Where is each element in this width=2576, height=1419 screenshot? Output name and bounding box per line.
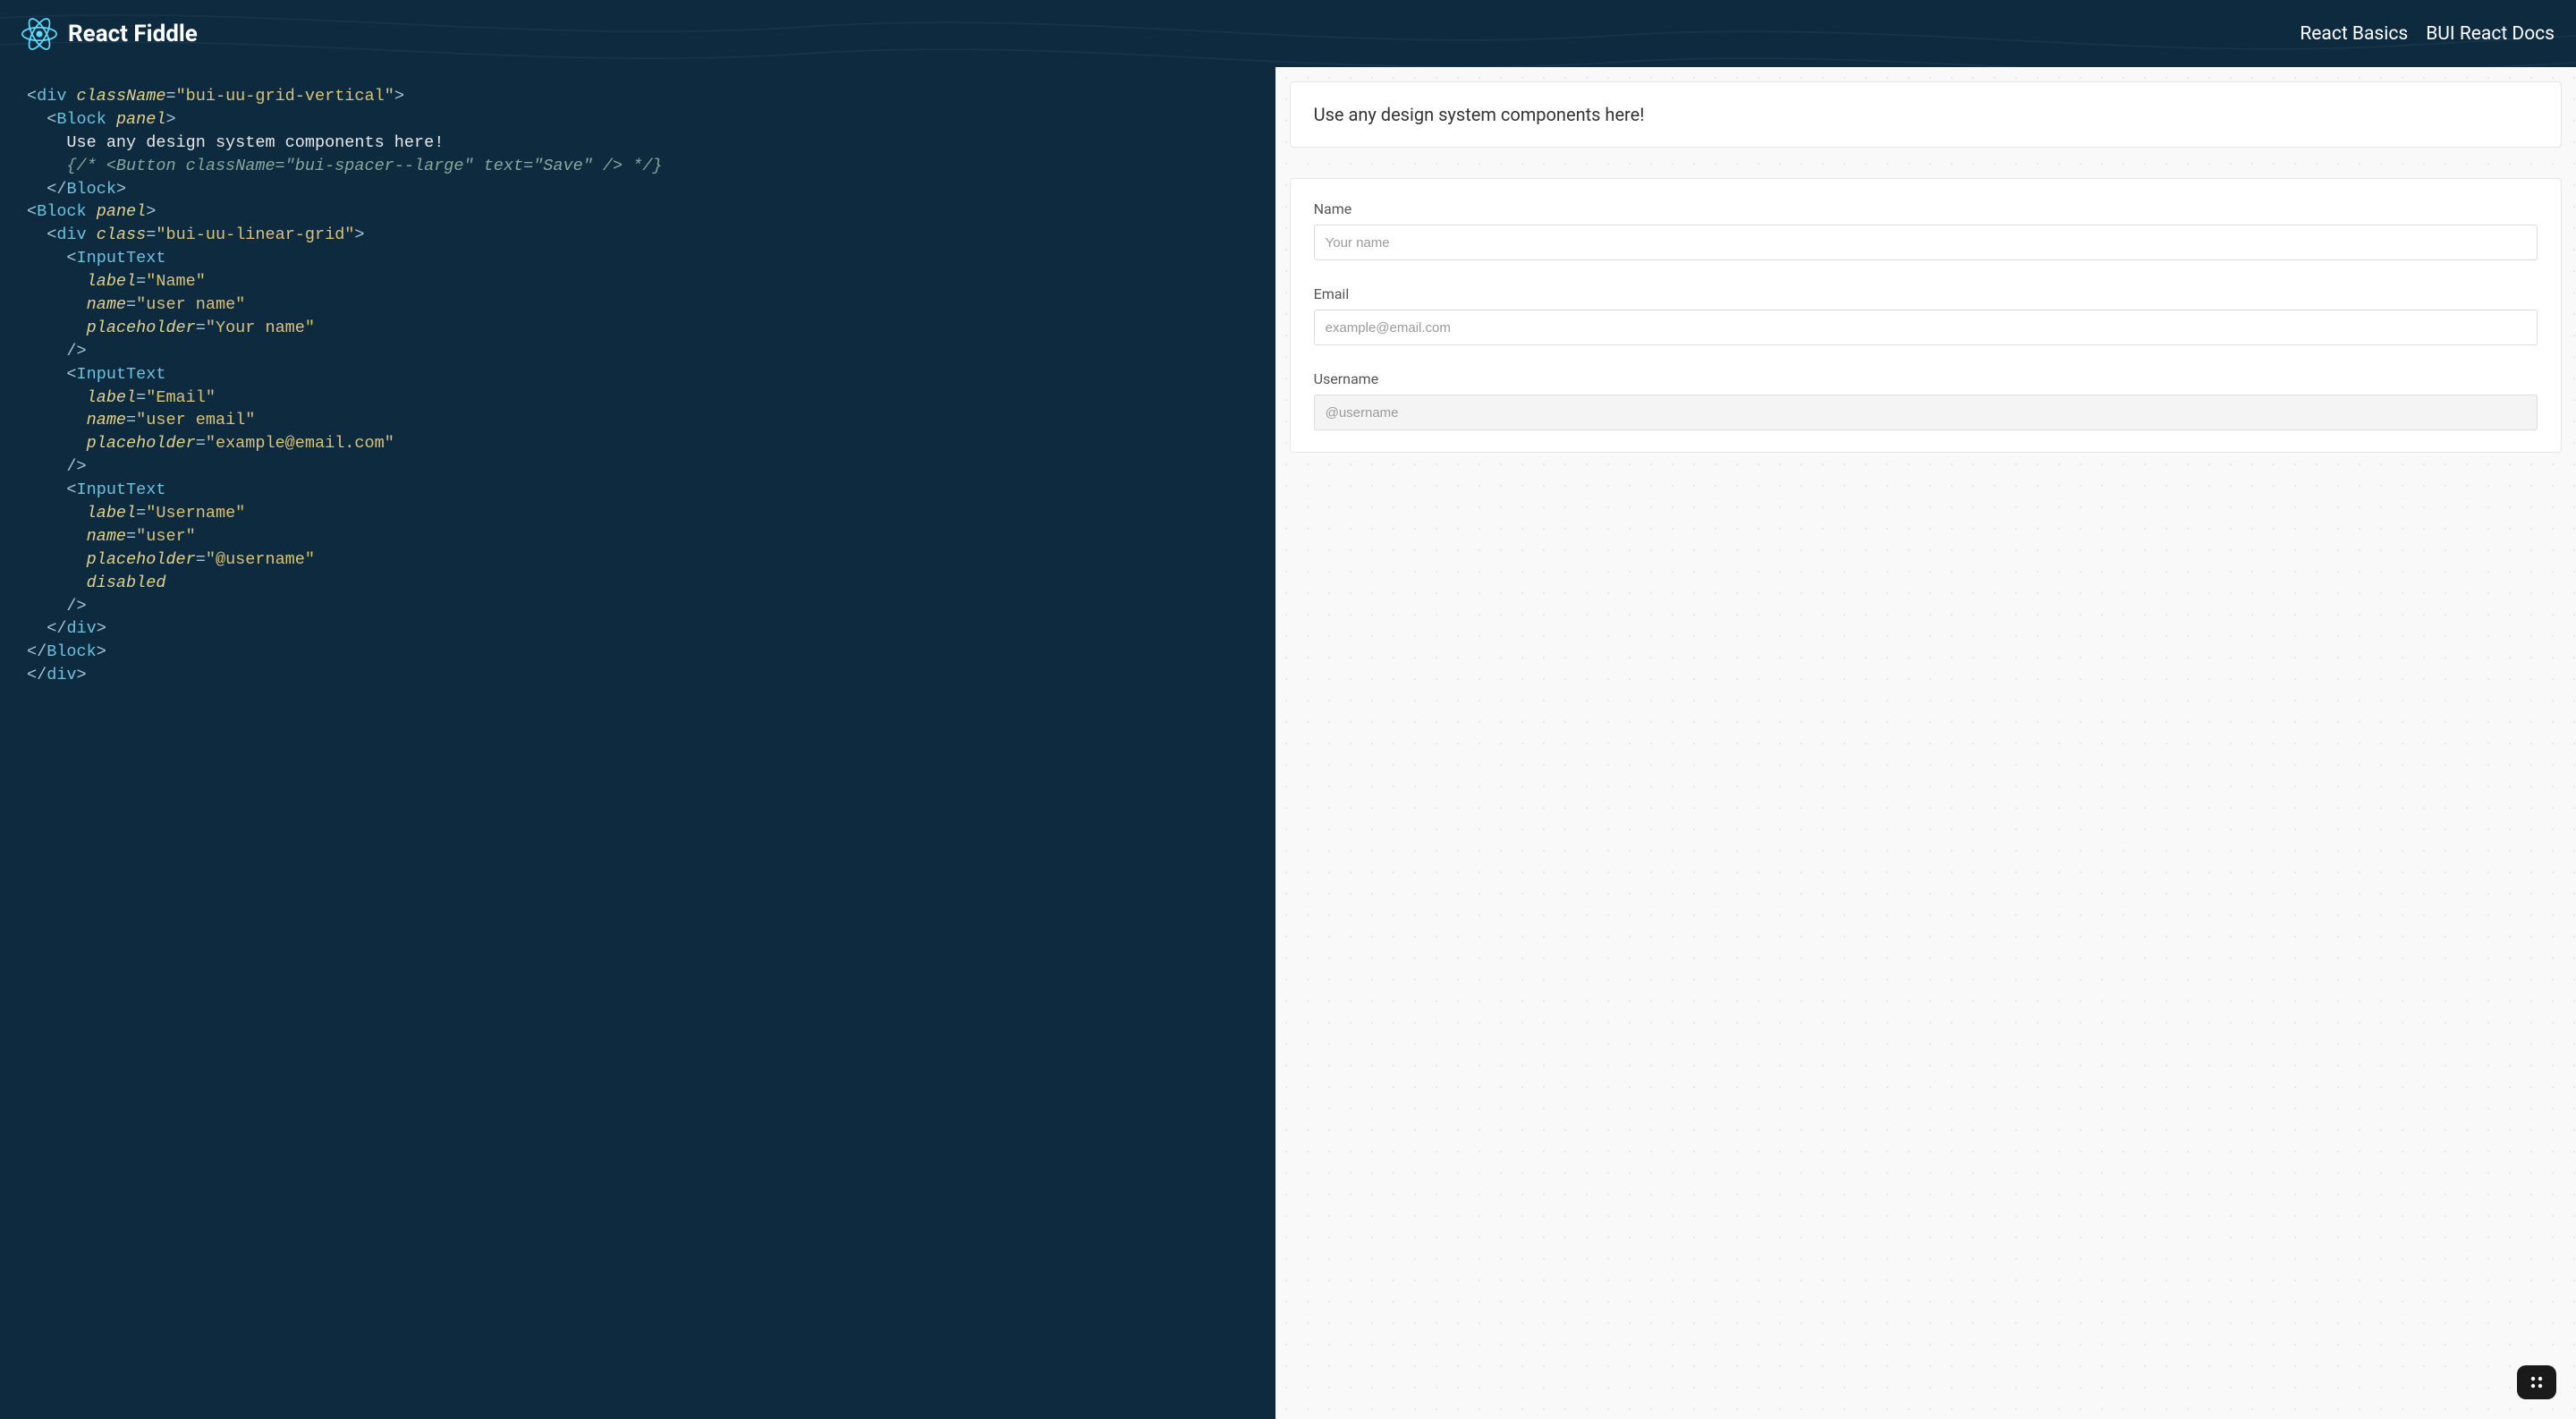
code-editor[interactable]: <div className="bui-uu-grid-vertical"> <… <box>0 67 1275 1419</box>
code-str: "Name" <box>146 272 206 291</box>
header: React Fiddle React Basics BUI React Docs <box>0 0 2576 67</box>
code-str: "Your name" <box>206 319 315 337</box>
field-label-username: Username <box>1314 370 2538 387</box>
brand: React Fiddle <box>21 16 198 52</box>
email-input[interactable] <box>1314 310 2538 345</box>
react-icon <box>21 16 57 52</box>
code-str: "user" <box>136 527 196 546</box>
code-str: "Email" <box>146 388 216 407</box>
preview-panel-2: Name Email Username <box>1290 178 2562 453</box>
code-text: Use any design system components here! <box>66 133 444 152</box>
name-input[interactable] <box>1314 225 2538 260</box>
app-title: React Fiddle <box>68 21 198 47</box>
preview-pane: Use any design system components here! N… <box>1275 67 2576 1419</box>
nav-link-react-basics[interactable]: React Basics <box>2300 23 2408 45</box>
field-label-name: Name <box>1314 200 2538 217</box>
code-str: "user email" <box>136 411 255 429</box>
username-input <box>1314 395 2538 430</box>
field-username: Username <box>1314 370 2538 430</box>
code-str: "user name" <box>136 295 245 314</box>
topo-background <box>0 0 2576 67</box>
field-name: Name <box>1314 200 2538 260</box>
nav-link-bui-react-docs[interactable]: BUI React Docs <box>2426 23 2555 45</box>
code-str: "bui-uu-grid-vertical" <box>176 87 394 106</box>
grid-menu-button[interactable] <box>2517 1365 2556 1399</box>
code-str: "Username" <box>146 504 245 523</box>
code-str: "bui-uu-linear-grid" <box>156 225 354 244</box>
code-comment: {/* <Button className="bui-spacer--large… <box>66 157 662 175</box>
main: <div className="bui-uu-grid-vertical"> <… <box>0 67 2576 1419</box>
field-label-email: Email <box>1314 285 2538 302</box>
code-str: "@username" <box>206 550 315 569</box>
panel-text: Use any design system components here! <box>1314 104 2538 125</box>
code-str: "example@email.com" <box>206 434 394 453</box>
preview-panel-1: Use any design system components here! <box>1290 81 2562 148</box>
grid-dots-icon <box>2528 1373 2546 1391</box>
field-email: Email <box>1314 285 2538 345</box>
nav: React Basics BUI React Docs <box>2300 23 2555 45</box>
